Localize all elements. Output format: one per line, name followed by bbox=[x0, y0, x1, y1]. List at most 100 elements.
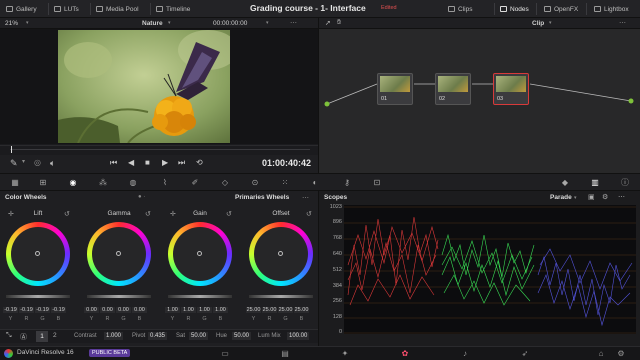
lum-mix-value[interactable]: 100.00 bbox=[287, 332, 310, 340]
window-icon[interactable]: ◇ bbox=[220, 178, 230, 188]
scope-mode[interactable]: Parade bbox=[550, 194, 572, 201]
auto-balance-icon[interactable]: ⤡ bbox=[6, 332, 12, 340]
motion-effects-icon[interactable]: ◍ bbox=[128, 178, 138, 188]
rgb-mixer-icon[interactable]: ⁂ bbox=[98, 178, 108, 188]
page-2-button[interactable]: 2 bbox=[53, 332, 57, 339]
scopes-icon[interactable]: ▥ bbox=[590, 178, 600, 188]
zoom-level[interactable]: 21% bbox=[5, 20, 18, 27]
gamma-r[interactable]: 0.00 bbox=[100, 307, 115, 313]
tab-openfx[interactable]: OpenFX bbox=[544, 3, 578, 15]
gain-b[interactable]: 1.00 bbox=[213, 307, 228, 313]
wheels-mode[interactable]: Primaries Wheels bbox=[235, 194, 289, 201]
color-wheels-icon[interactable]: ◉ bbox=[68, 178, 78, 188]
fusion-page-icon[interactable]: ✦ bbox=[340, 349, 350, 359]
qualifier-icon[interactable]: ✐ bbox=[190, 178, 200, 188]
speaker-icon[interactable]: 🔈︎ bbox=[50, 158, 55, 169]
offset-handle[interactable] bbox=[278, 251, 283, 256]
timecode-dropdown-icon[interactable]: ▾ bbox=[266, 20, 269, 26]
pen-icon[interactable]: ✎ bbox=[10, 158, 18, 169]
stop-icon[interactable]: ■ bbox=[145, 158, 150, 167]
sat-value[interactable]: 50.00 bbox=[189, 332, 209, 340]
node-graph[interactable]: 01 02 03 bbox=[318, 29, 640, 173]
tab-media-pool[interactable]: Media Pool bbox=[96, 3, 139, 15]
scope-layout-icon[interactable]: ▣ bbox=[588, 193, 595, 201]
hand-icon[interactable]: ✋︎ bbox=[337, 19, 341, 27]
lift-master-slider[interactable] bbox=[6, 295, 70, 298]
gamma-handle[interactable] bbox=[116, 251, 121, 256]
lift-y[interactable]: -0.19 bbox=[3, 307, 18, 313]
magic-mask-icon[interactable]: ⁙ bbox=[280, 178, 290, 188]
fairlight-page-icon[interactable]: ♪ bbox=[460, 349, 470, 359]
keyframes-icon[interactable]: ◆ bbox=[560, 178, 570, 188]
curves-icon[interactable]: ⌇ bbox=[160, 178, 170, 188]
lift-g[interactable]: -0.19 bbox=[35, 307, 50, 313]
loop-icon[interactable]: ⟲ bbox=[196, 158, 203, 167]
playhead[interactable] bbox=[11, 146, 12, 153]
offset-g[interactable]: 25.00 bbox=[278, 307, 293, 313]
sizing-icon[interactable]: ⊡ bbox=[372, 178, 382, 188]
lift-r[interactable]: -0.19 bbox=[19, 307, 34, 313]
page-dots-icon[interactable]: ● · bbox=[138, 194, 145, 200]
hue-value[interactable]: 50.00 bbox=[232, 332, 252, 340]
blur-icon[interactable]: ◐ bbox=[310, 178, 320, 188]
info-icon[interactable]: ⓘ bbox=[620, 178, 630, 188]
media-page-icon[interactable]: ▭ bbox=[220, 349, 230, 359]
tab-nodes[interactable]: Nodes bbox=[500, 3, 529, 15]
color-page-icon[interactable]: ✿ bbox=[400, 349, 410, 359]
pivot-value[interactable]: 0.435 bbox=[148, 332, 168, 340]
viewer-frame[interactable] bbox=[58, 30, 230, 143]
node-03[interactable]: 03 bbox=[493, 73, 529, 105]
gain-g[interactable]: 1.00 bbox=[197, 307, 212, 313]
node-mode-dropdown-icon[interactable]: ▾ bbox=[549, 20, 552, 26]
gain-master-slider[interactable] bbox=[168, 295, 232, 298]
settings-icon[interactable]: ⚙︎ bbox=[616, 349, 626, 359]
tab-clips[interactable]: Clips bbox=[448, 3, 472, 15]
tab-lightbox[interactable]: Lightbox bbox=[594, 3, 629, 15]
contrast-value[interactable]: 1.000 bbox=[104, 332, 124, 340]
camera-raw-icon[interactable]: ▦ bbox=[10, 178, 20, 188]
node-02[interactable]: 02 bbox=[435, 73, 471, 105]
lift-b[interactable]: -0.19 bbox=[51, 307, 66, 313]
offset-r[interactable]: 25.00 bbox=[262, 307, 277, 313]
offset-b[interactable]: 25.00 bbox=[294, 307, 309, 313]
key-icon[interactable]: ⚷ bbox=[342, 178, 352, 188]
clip-dropdown-icon[interactable]: ▾ bbox=[168, 20, 171, 26]
node-options-icon[interactable]: ⋯ bbox=[619, 19, 626, 27]
skip-end-icon[interactable]: ⏭︎ bbox=[178, 158, 185, 168]
gamma-y[interactable]: 0.00 bbox=[84, 307, 99, 313]
link-icon[interactable]: ◎ bbox=[34, 158, 41, 167]
offset-y[interactable]: 25.00 bbox=[246, 307, 261, 313]
offset-master-slider[interactable] bbox=[249, 295, 313, 298]
panel-options-icon[interactable]: ⋯ bbox=[302, 194, 309, 202]
home-icon[interactable]: ⌂ bbox=[596, 349, 606, 359]
pointer-icon[interactable]: ➚ bbox=[325, 19, 331, 27]
tracker-icon[interactable]: ⊙ bbox=[250, 178, 260, 188]
scope-mode-dropdown-icon[interactable]: ▾ bbox=[574, 195, 577, 201]
play-icon[interactable]: ▶ bbox=[162, 158, 168, 167]
node-01[interactable]: 01 bbox=[377, 73, 413, 105]
node-mode[interactable]: Clip bbox=[532, 20, 544, 27]
gain-r[interactable]: 1.00 bbox=[181, 307, 196, 313]
zoom-dropdown-icon[interactable]: ▾ bbox=[26, 20, 29, 26]
pen-dropdown-icon[interactable]: ▾ bbox=[22, 158, 25, 165]
gamma-g[interactable]: 0.00 bbox=[116, 307, 131, 313]
tab-timeline[interactable]: Timeline bbox=[156, 3, 190, 15]
gamma-b[interactable]: 0.00 bbox=[132, 307, 147, 313]
scope-options-icon[interactable]: ⋯ bbox=[618, 193, 625, 201]
color-match-icon[interactable]: ⊞ bbox=[38, 178, 48, 188]
deliver-page-icon[interactable]: ➶ bbox=[520, 349, 530, 359]
skip-start-icon[interactable]: ⏮︎ bbox=[110, 158, 117, 168]
edit-page-icon[interactable]: ▤ bbox=[280, 349, 290, 359]
gamma-master-slider[interactable] bbox=[87, 295, 151, 298]
scope-settings-icon[interactable]: ⚙︎ bbox=[602, 193, 608, 201]
tab-gallery[interactable]: Gallery bbox=[6, 3, 37, 15]
lift-handle[interactable] bbox=[35, 251, 40, 256]
gain-y[interactable]: 1.00 bbox=[165, 307, 180, 313]
page-1-button[interactable]: 1 bbox=[36, 331, 48, 342]
viewer-options-icon[interactable]: ⋯ bbox=[290, 19, 297, 27]
gain-handle[interactable] bbox=[197, 251, 202, 256]
scrub-bar[interactable] bbox=[0, 145, 318, 155]
auto-color-icon[interactable]: Ⓐ bbox=[20, 332, 27, 342]
tab-luts[interactable]: LUTs bbox=[54, 3, 79, 15]
play-reverse-icon[interactable]: ◀ bbox=[128, 158, 134, 167]
